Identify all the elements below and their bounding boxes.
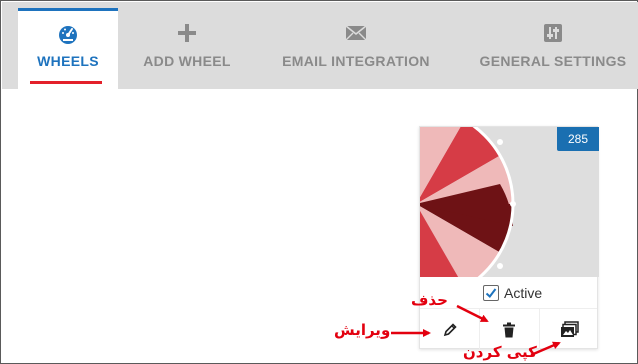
tab-general-settings[interactable]: GENERAL SETTINGS [472, 8, 634, 89]
duplicate-button[interactable] [539, 309, 599, 350]
tab-label: GENERAL SETTINGS [479, 53, 627, 69]
tab-label: WHEELS [37, 53, 99, 69]
active-tab-underline [30, 81, 102, 84]
tab-wheels[interactable]: WHEELS [18, 8, 118, 89]
copy-images-icon [560, 320, 579, 337]
annotation-edit: ویرایش [334, 321, 391, 339]
wheel-preview[interactable]: 285 [420, 127, 599, 277]
wheel-id-badge: 285 [557, 127, 599, 151]
dashboard-icon [57, 23, 79, 45]
tab-label: EMAIL INTEGRATION [282, 53, 430, 69]
wheel-card: 285 Active [419, 126, 599, 350]
tab-email-integration[interactable]: EMAIL INTEGRATION [270, 8, 442, 89]
annotation-delete: حذف [411, 291, 448, 309]
sliders-icon [542, 22, 564, 44]
tab-add-wheel[interactable]: ADD WHEEL [130, 8, 244, 89]
active-label: Active [504, 285, 543, 301]
envelope-icon [345, 22, 367, 44]
annotation-duplicate: کپی کردن [463, 343, 537, 361]
tab-label: ADD WHEEL [143, 53, 231, 69]
pencil-icon [443, 322, 457, 336]
plus-icon [176, 22, 198, 44]
trash-icon [503, 322, 515, 337]
app-frame: WHEELS ADD WHEEL EMAIL INTEGRATION GENER… [0, 0, 638, 364]
tab-bar: WHEELS ADD WHEEL EMAIL INTEGRATION GENER… [2, 2, 638, 89]
active-checkbox[interactable] [483, 285, 499, 301]
